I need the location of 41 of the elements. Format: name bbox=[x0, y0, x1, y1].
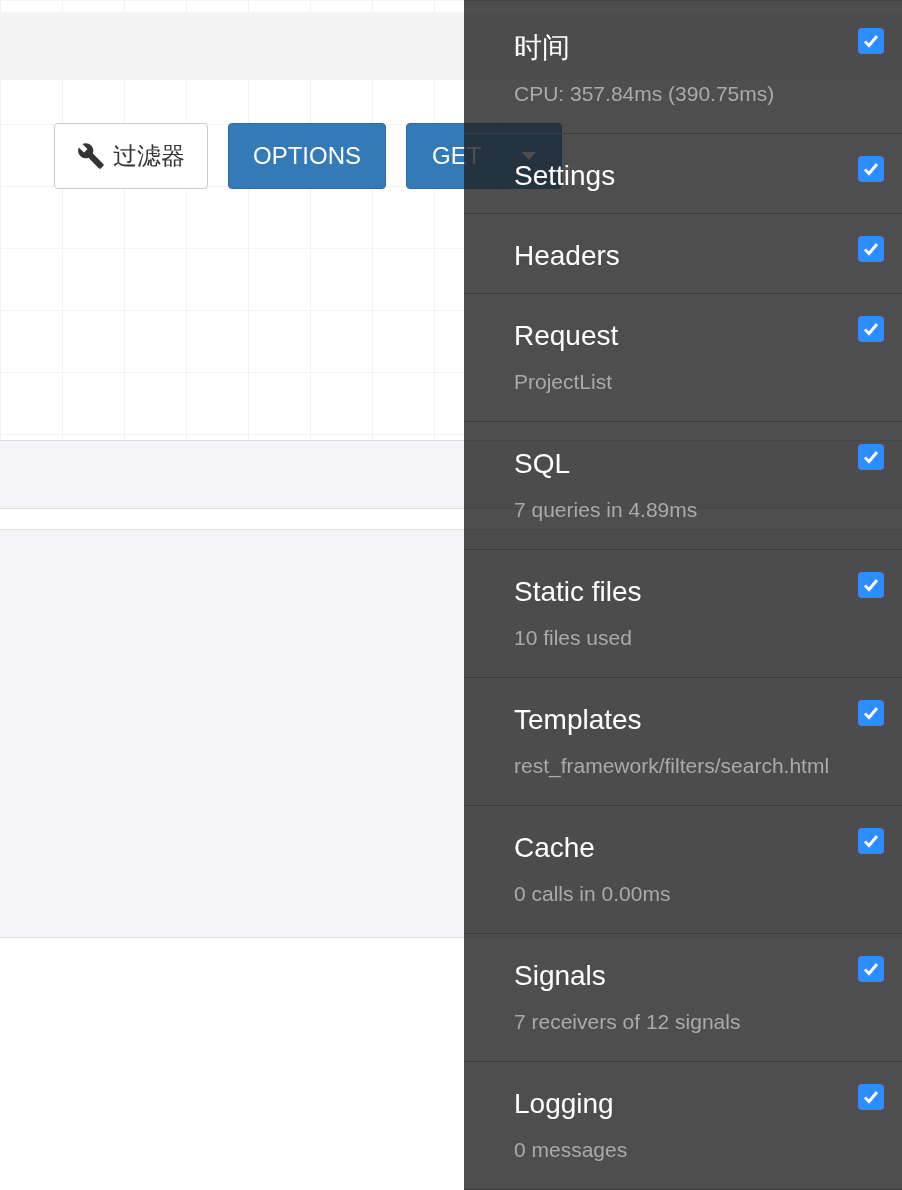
checkmark-icon bbox=[862, 576, 880, 594]
panel-subtitle: CPU: 357.84ms (390.75ms) bbox=[514, 81, 776, 107]
checkmark-icon bbox=[862, 32, 880, 50]
checkmark-icon bbox=[862, 1088, 880, 1106]
panel-subtitle: 7 queries in 4.89ms bbox=[514, 497, 699, 523]
panel-subtitle: 10 files used bbox=[514, 625, 633, 651]
panel-subtitle: rest_framework/filters/search.html bbox=[514, 753, 831, 780]
checkmark-icon bbox=[862, 704, 880, 722]
panel-subtitle: 0 calls in 0.00ms bbox=[514, 881, 672, 907]
panel-title[interactable]: Logging bbox=[514, 1084, 902, 1124]
panel-checkbox[interactable] bbox=[858, 1084, 884, 1110]
checkmark-icon bbox=[862, 832, 880, 850]
checkmark-icon bbox=[862, 160, 880, 178]
panel-title[interactable]: Static files bbox=[514, 572, 902, 612]
panel-checkbox[interactable] bbox=[858, 700, 884, 726]
panel-title[interactable]: Templates bbox=[514, 700, 902, 740]
checkmark-icon bbox=[862, 320, 880, 338]
checkmark-icon bbox=[862, 448, 880, 466]
panel-checkbox[interactable] bbox=[858, 572, 884, 598]
panel-checkbox[interactable] bbox=[858, 956, 884, 982]
panel-title[interactable]: Headers bbox=[514, 236, 902, 276]
options-button[interactable]: OPTIONS bbox=[228, 123, 386, 189]
checkmark-icon bbox=[862, 240, 880, 258]
panel-subtitle: 7 receivers of 12 signals bbox=[514, 1009, 742, 1035]
wrench-icon bbox=[77, 142, 105, 170]
panel-title[interactable]: 时间 bbox=[514, 28, 902, 68]
panel-checkbox[interactable] bbox=[858, 316, 884, 342]
panel-title[interactable]: Cache bbox=[514, 828, 902, 868]
panel-subtitle: 0 messages bbox=[514, 1137, 629, 1163]
panel-title[interactable]: Settings bbox=[514, 156, 902, 196]
panel-checkbox[interactable] bbox=[858, 156, 884, 182]
filter-button[interactable]: 过滤器 bbox=[54, 123, 208, 189]
panel-title[interactable]: SQL bbox=[514, 444, 902, 484]
checkmark-icon bbox=[862, 960, 880, 978]
panel-subtitle: ProjectList bbox=[514, 369, 614, 395]
panel-title[interactable]: Signals bbox=[514, 956, 902, 996]
panel-title[interactable]: Request bbox=[514, 316, 902, 356]
panel-checkbox[interactable] bbox=[858, 236, 884, 262]
panel-checkbox[interactable] bbox=[858, 828, 884, 854]
panel-checkbox[interactable] bbox=[858, 28, 884, 54]
panel-checkbox[interactable] bbox=[858, 444, 884, 470]
